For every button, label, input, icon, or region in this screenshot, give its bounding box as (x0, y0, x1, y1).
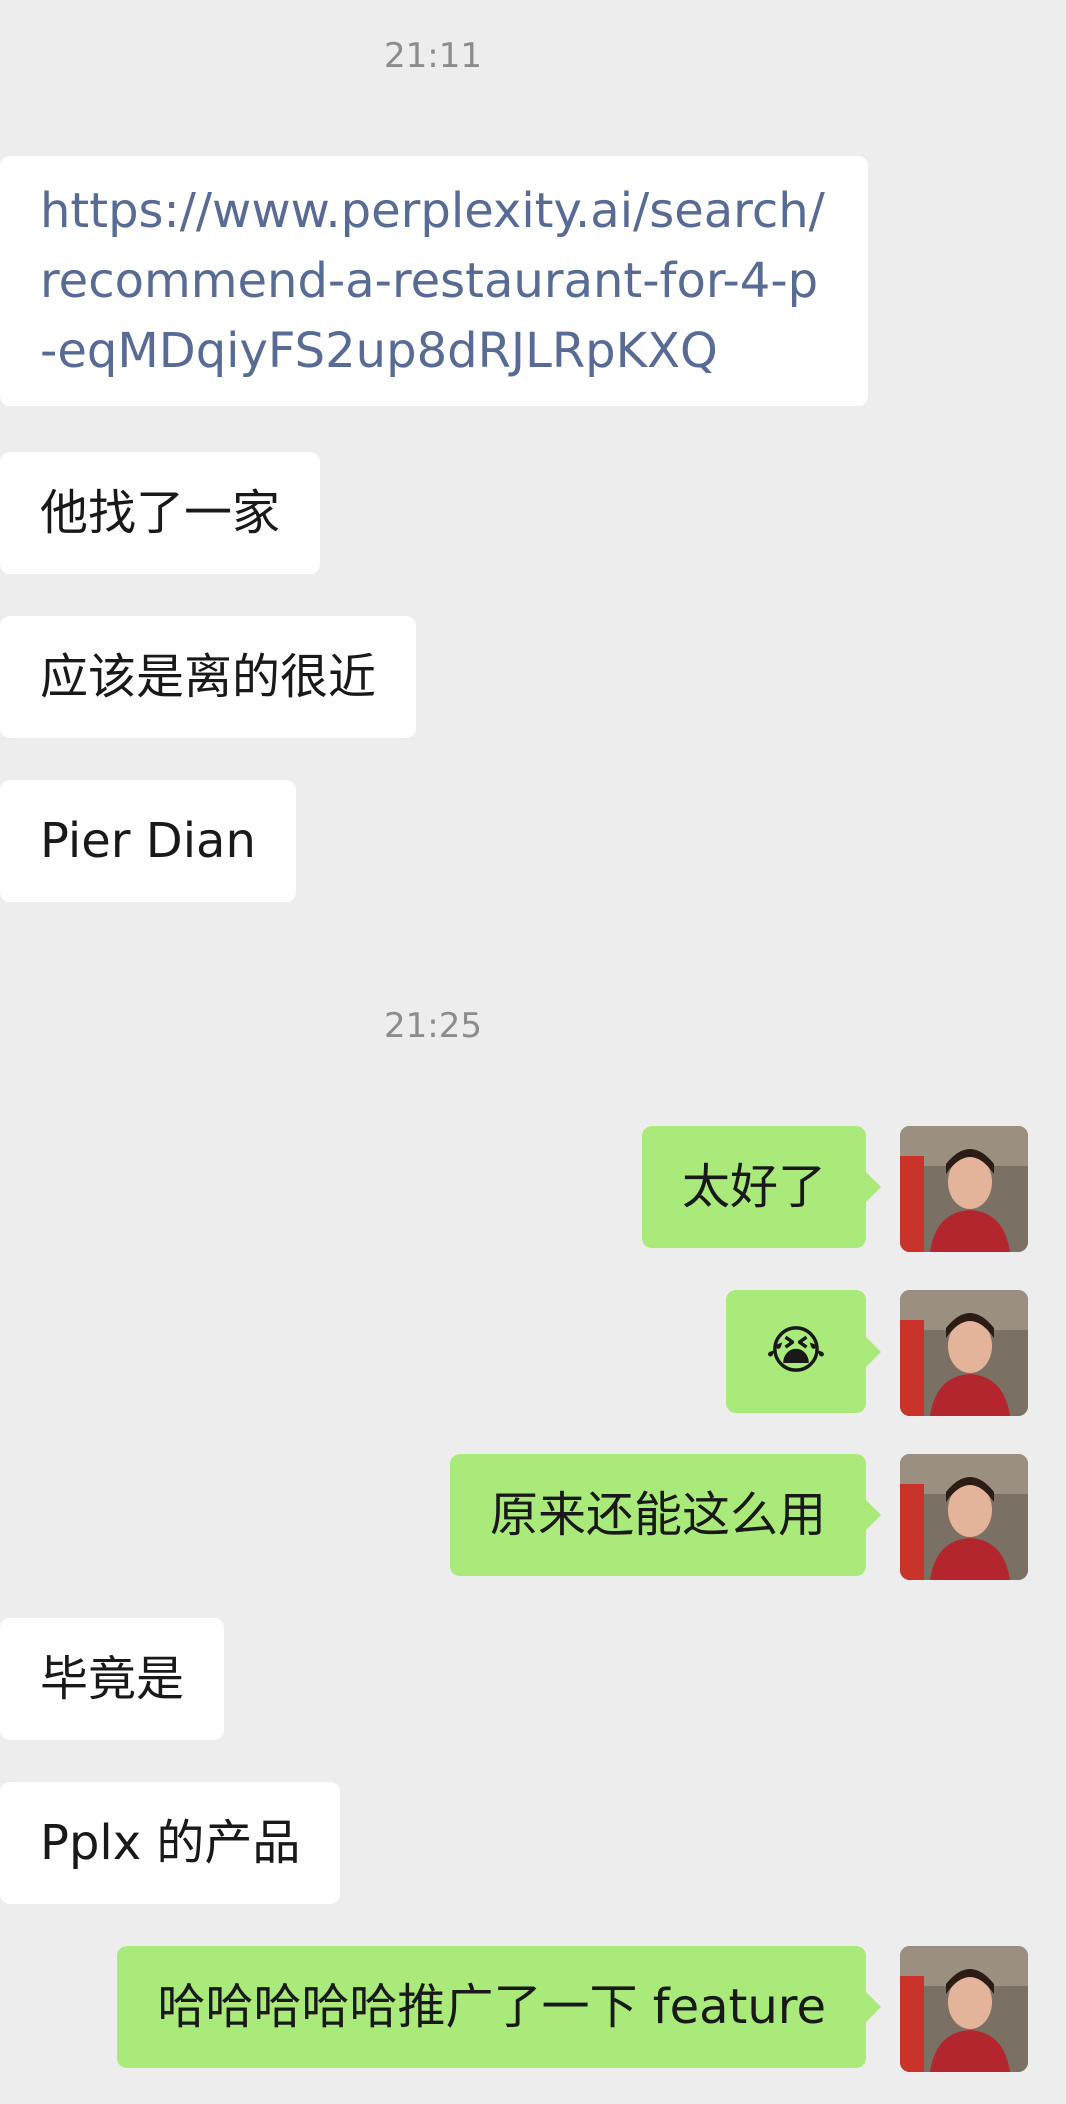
message-bubble-outgoing[interactable]: 😭 (726, 1290, 881, 1413)
message-bubble-outgoing[interactable]: 太好了 (641, 1126, 882, 1248)
timestamp: 21:25 (384, 1006, 482, 1046)
message-bubble-incoming[interactable]: Pier Dian (0, 780, 296, 902)
user-avatar[interactable] (900, 1290, 1028, 1416)
message-bubble-incoming[interactable]: 毕竟是 (0, 1618, 225, 1740)
message-text: 毕竟是 (40, 1651, 185, 1707)
message-text: Pier Dian (40, 813, 256, 869)
avatar-photo-icon (900, 1946, 1028, 2072)
avatar-photo-icon (900, 1126, 1028, 1252)
user-avatar[interactable] (900, 1454, 1028, 1580)
message-bubble-link[interactable]: https://www.perplexity.ai/search/recomme… (0, 156, 868, 406)
avatar-photo-icon (900, 1290, 1028, 1416)
message-text: 他找了一家 (40, 485, 281, 541)
user-avatar[interactable] (900, 1946, 1028, 2072)
message-bubble-incoming[interactable]: 他找了一家 (0, 452, 321, 574)
message-bubble-incoming[interactable]: 应该是离的很近 (0, 616, 417, 738)
message-text: 应该是离的很近 (40, 649, 377, 705)
user-avatar[interactable] (900, 1126, 1028, 1252)
message-bubble-incoming[interactable]: Pplx 的产品 (0, 1782, 341, 1904)
avatar-photo-icon (900, 1454, 1028, 1580)
message-text: 哈哈哈哈哈推广了一下 feature (157, 1979, 826, 2035)
timestamp: 21:11 (384, 36, 482, 76)
message-bubble-outgoing[interactable]: 哈哈哈哈哈推广了一下 feature (117, 1946, 881, 2068)
message-bubble-outgoing[interactable]: 原来还能这么用 (449, 1454, 882, 1576)
message-text: Pplx 的产品 (40, 1815, 301, 1871)
message-text: 太好了 (681, 1159, 826, 1215)
loudly-crying-face-icon: 😭 (765, 1321, 827, 1381)
link-text[interactable]: https://www.perplexity.ai/search/recomme… (40, 183, 825, 379)
message-text: 原来还能这么用 (489, 1487, 826, 1543)
